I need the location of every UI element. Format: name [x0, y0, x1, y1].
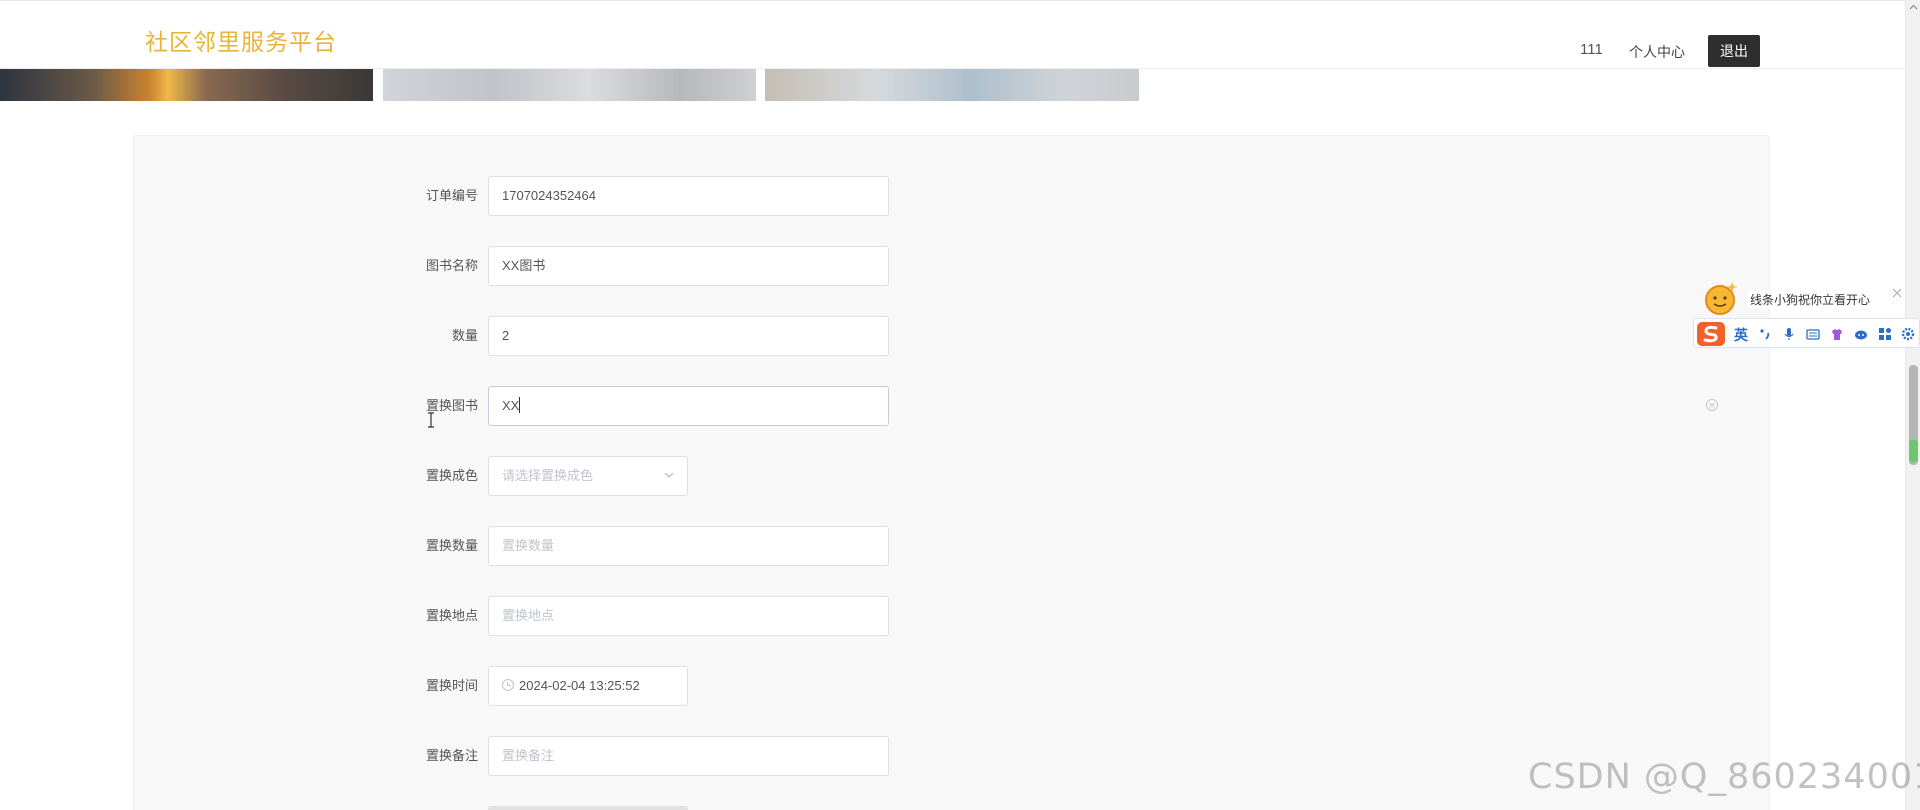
swap-remark-input[interactable]: 置换备注: [488, 736, 889, 776]
swap-remark-placeholder: 置换备注: [502, 748, 555, 763]
ime-notification: 线条小狗祝你立看开心: [1700, 278, 1902, 318]
skin-icon[interactable]: [1830, 327, 1844, 341]
swap-quantity-label: 置换数量: [425, 538, 478, 553]
settings-icon[interactable]: [1901, 327, 1915, 341]
swap-location-input[interactable]: 置换地点: [488, 596, 889, 636]
scrollbar-marker: [1909, 440, 1918, 462]
form-row-swap-time: 置换时间 2024-02-04 13:25:52: [134, 666, 894, 706]
csdn-watermark: CSDN @Q_860234001: [1528, 757, 1920, 797]
book-name-label: 图书名称: [425, 258, 478, 273]
next-field-partial[interactable]: [488, 806, 688, 810]
form-row-swap-book: 置换图书 XX: [134, 386, 894, 426]
personal-center-link[interactable]: 个人中心: [1629, 42, 1685, 62]
page-scrollbar[interactable]: [1905, 0, 1920, 810]
keyboard-icon[interactable]: [1806, 327, 1820, 341]
quantity-label: 数量: [451, 328, 478, 343]
text-cursor-icon: [428, 412, 434, 428]
form-row-swap-remark: 置换备注 置换备注: [134, 736, 894, 776]
swap-condition-label: 置换成色: [425, 468, 478, 483]
apps-icon[interactable]: [1878, 327, 1892, 341]
top-header: 社区邻里服务平台 111 个人中心 退出: [0, 0, 1905, 69]
banner-image-3: [765, 69, 1139, 101]
logout-button[interactable]: 退出: [1708, 35, 1760, 67]
book-name-value: XX图书: [502, 258, 546, 273]
swap-book-label: 置换图书: [425, 398, 478, 413]
swap-condition-select[interactable]: 请选择置换成色: [488, 456, 688, 496]
quantity-value: 2: [502, 328, 510, 343]
site-brand[interactable]: 社区邻里服务平台: [145, 23, 337, 57]
banner-image-1: [0, 69, 373, 101]
swap-quantity-placeholder: 置换数量: [502, 538, 555, 553]
swap-time-picker[interactable]: 2024-02-04 13:25:52: [488, 666, 688, 706]
page: 社区邻里服务平台 111 个人中心 退出 订单编号 1707024352464 …: [0, 0, 1920, 810]
punctuation-icon[interactable]: [1758, 327, 1772, 341]
swap-location-placeholder: 置换地点: [502, 608, 555, 623]
clear-circle-icon[interactable]: [1705, 398, 1719, 412]
quantity-input[interactable]: 2: [488, 316, 889, 356]
form-row-order-no: 订单编号 1707024352464: [134, 176, 894, 216]
form-row-quantity: 数量 2: [134, 316, 894, 356]
chevron-down-icon: [664, 472, 674, 478]
banner-image-2: [383, 69, 756, 101]
microphone-icon[interactable]: [1782, 327, 1796, 341]
form-row-swap-location: 置换地点 置换地点: [134, 596, 894, 636]
swap-remark-label: 置换备注: [425, 748, 478, 763]
sun-mascot-icon: [1705, 282, 1738, 315]
close-icon[interactable]: [1892, 288, 1902, 298]
form-row-swap-quantity: 置换数量 置换数量: [134, 526, 894, 566]
swap-time-value: 2024-02-04 13:25:52: [519, 678, 640, 693]
swap-quantity-input[interactable]: 置换数量: [488, 526, 889, 566]
ime-tip-text: 线条小狗祝你立看开心: [1748, 290, 1873, 309]
swap-time-label: 置换时间: [425, 678, 478, 693]
book-name-input[interactable]: XX图书: [488, 246, 889, 286]
order-no-label: 订单编号: [425, 188, 478, 203]
swap-condition-placeholder: 请选择置换成色: [502, 468, 594, 483]
username-link[interactable]: 111: [1580, 41, 1603, 58]
text-caret: [519, 397, 521, 413]
cloud-icon[interactable]: [1854, 327, 1868, 341]
scroll-up-arrow-icon[interactable]: [1909, 3, 1918, 12]
ime-toolbar: 英: [1693, 318, 1920, 348]
sogou-logo-icon: [1697, 322, 1725, 346]
ime-language-toggle[interactable]: 英: [1734, 325, 1748, 345]
order-no-value: 1707024352464: [502, 188, 596, 203]
form-row-book-name: 图书名称 XX图书: [134, 246, 894, 286]
order-no-input[interactable]: 1707024352464: [488, 176, 889, 216]
swap-location-label: 置换地点: [425, 608, 478, 623]
swap-book-input[interactable]: XX: [488, 386, 889, 426]
swap-book-value: XX: [502, 398, 520, 413]
clock-icon: [502, 679, 514, 691]
form-row-swap-condition: 置换成色 请选择置换成色: [134, 456, 894, 496]
swap-form-panel: 订单编号 1707024352464 图书名称 XX图书 数量 2 置换图书 X…: [133, 135, 1770, 810]
